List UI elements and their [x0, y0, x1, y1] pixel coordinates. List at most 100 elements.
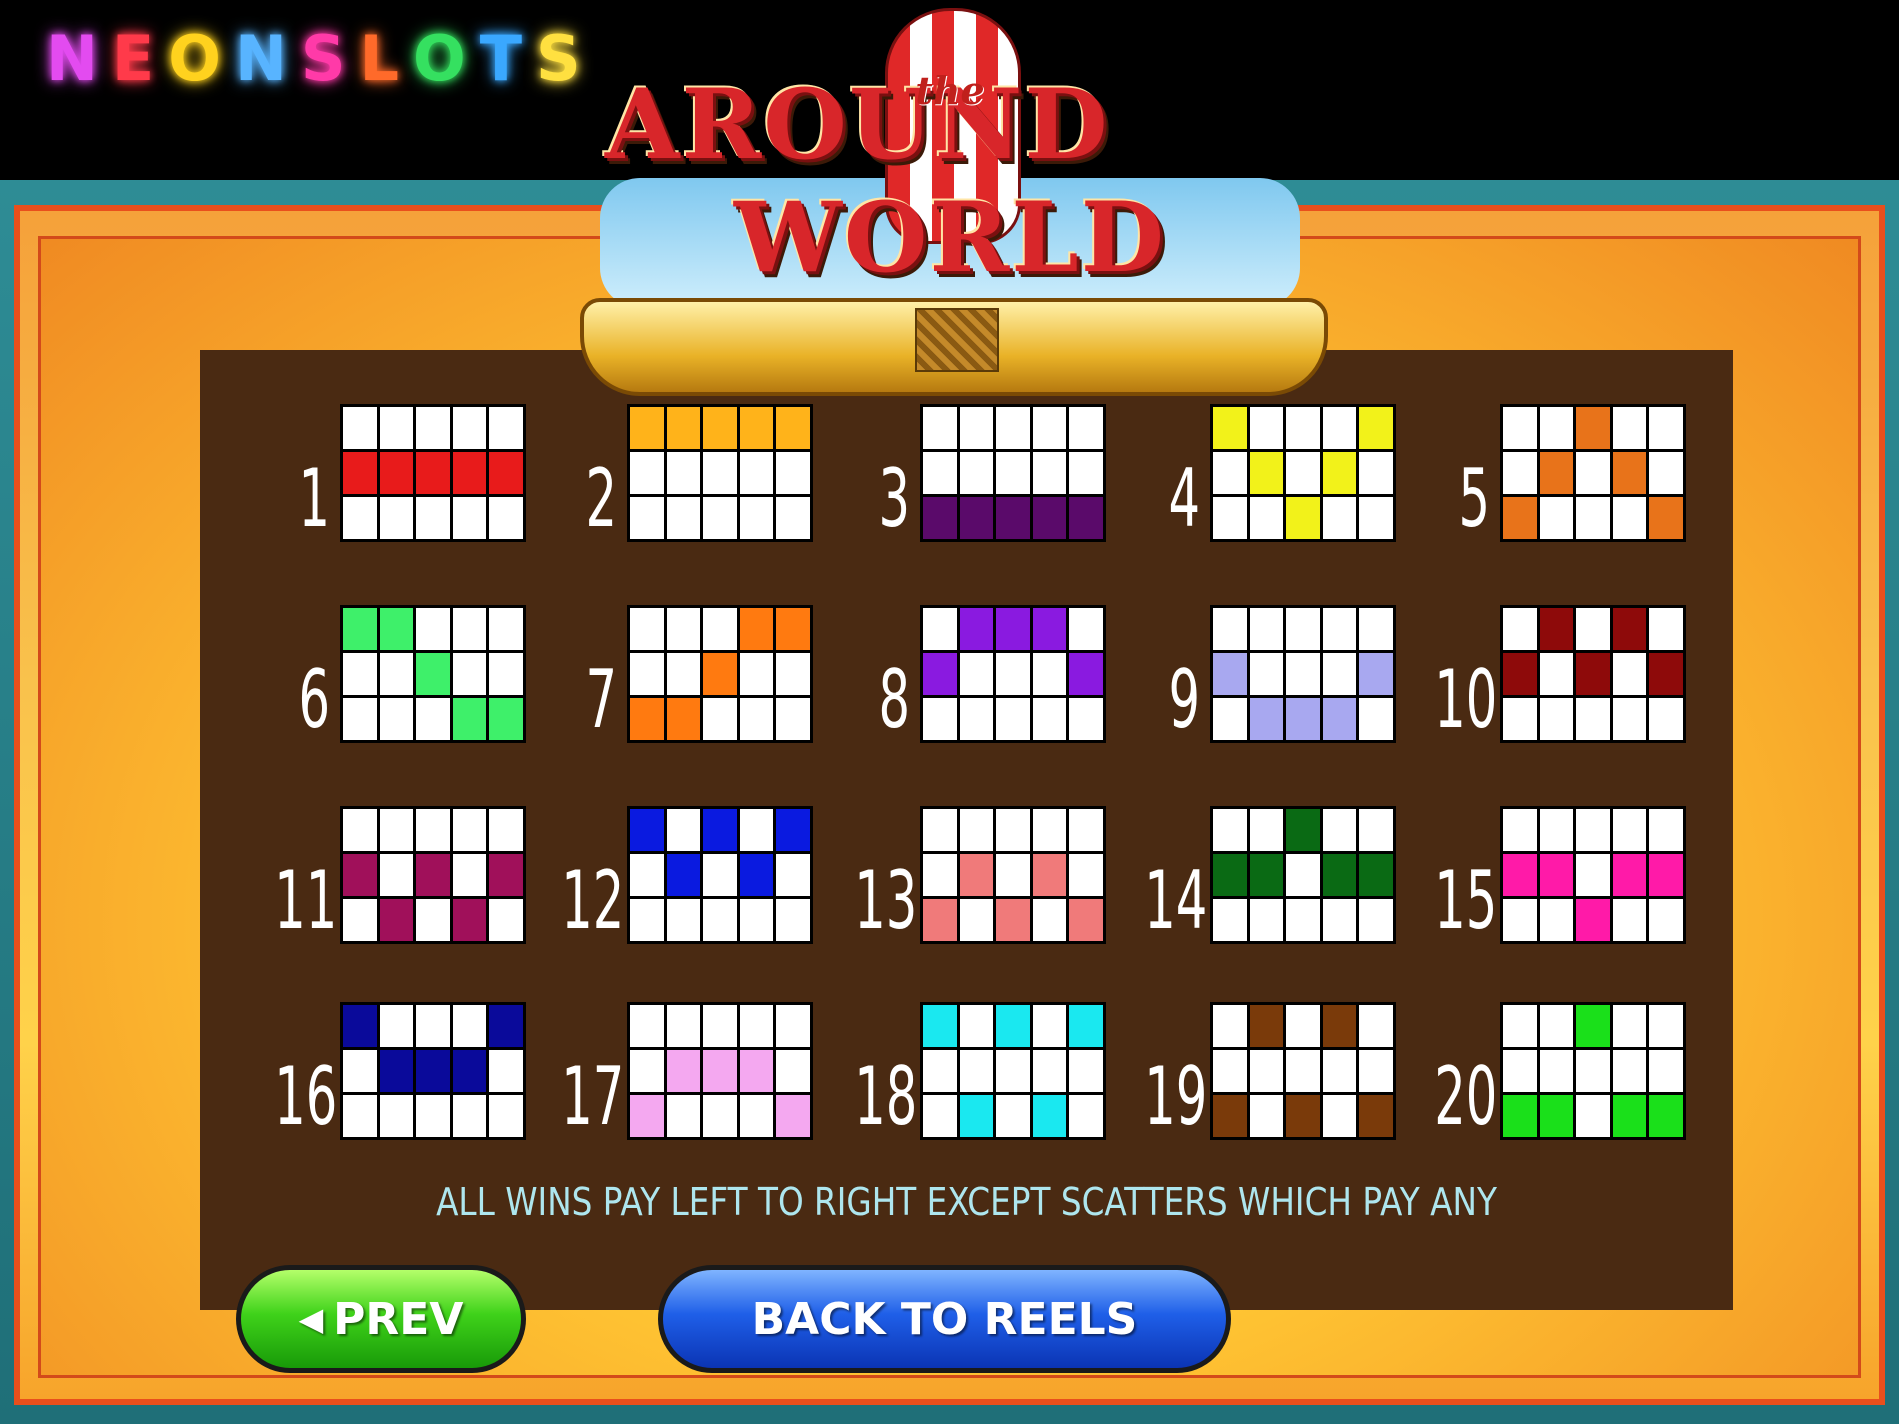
payline-cell-active: [776, 1095, 810, 1137]
payline-number: 20: [1434, 1050, 1498, 1143]
payline-cell: [1032, 698, 1067, 740]
logo-title-right: WORLD: [734, 181, 1166, 294]
payline-cell: [923, 452, 957, 494]
payline-cell: [489, 1050, 523, 1092]
payline-cell: [1503, 407, 1537, 449]
payline-cell-active: [739, 407, 774, 449]
payline-cell: [703, 854, 737, 896]
payline-cell: [1249, 497, 1284, 539]
payline-number: 19: [1144, 1050, 1208, 1143]
payline-cell-active: [1539, 854, 1574, 896]
payline-cell-active: [1649, 497, 1683, 539]
payline-grid: [1500, 605, 1686, 743]
payline-number: 12: [561, 854, 625, 947]
payline-cell: [1032, 809, 1067, 851]
payline-number: 1: [298, 452, 330, 545]
payline-number: 17: [561, 1050, 625, 1143]
payline-cell: [379, 1095, 414, 1137]
payline-cell-active: [1286, 497, 1320, 539]
payline-cell: [1286, 854, 1320, 896]
payline-cell: [630, 899, 664, 941]
payline-cell: [996, 854, 1030, 896]
payline-cell: [1576, 608, 1610, 650]
payline-cell: [1069, 1050, 1103, 1092]
payline-cell: [959, 809, 994, 851]
payline-cell: [1649, 452, 1683, 494]
payline-cell: [489, 608, 523, 650]
payline-cell: [1032, 452, 1067, 494]
payline-cell: [1539, 1005, 1574, 1047]
payline-cell-active: [630, 1095, 664, 1137]
payline-cell-active: [923, 899, 957, 941]
payline-cell-active: [1286, 809, 1320, 851]
payline-cell: [703, 452, 737, 494]
payline-cell: [1576, 497, 1610, 539]
payline-cell: [703, 497, 737, 539]
payline-cell: [996, 653, 1030, 695]
payline-cell: [1213, 497, 1247, 539]
payline-cell-active: [1576, 653, 1610, 695]
payline-cell: [1503, 899, 1537, 941]
payline-cell: [416, 698, 450, 740]
payline-cell-active: [703, 653, 737, 695]
payline-number: 10: [1434, 653, 1498, 746]
payline-cell: [776, 854, 810, 896]
payline-cell: [1503, 608, 1537, 650]
payline-cell-active: [1576, 407, 1610, 449]
payline-cell: [1322, 653, 1357, 695]
payline-cell-active: [996, 497, 1030, 539]
payline-cell: [776, 497, 810, 539]
payline-cell: [1032, 653, 1067, 695]
payline-cell-active: [489, 854, 523, 896]
payline-cell-active: [1032, 854, 1067, 896]
payline-cell-active: [1213, 653, 1247, 695]
payline-cell-active: [343, 452, 377, 494]
payline-cell: [452, 1005, 487, 1047]
payline-cell: [703, 608, 737, 650]
payline-cell: [1286, 899, 1320, 941]
payline-cell: [452, 1095, 487, 1137]
payline-grid: [340, 605, 526, 743]
payline-cell: [343, 698, 377, 740]
payline-cell: [1069, 407, 1103, 449]
payline-cell-active: [1213, 854, 1247, 896]
payline-cell: [776, 899, 810, 941]
payline-cell: [1612, 407, 1647, 449]
payline-cell: [996, 809, 1030, 851]
payline-cell: [959, 1005, 994, 1047]
payline-cell: [379, 1005, 414, 1047]
payline-grid: [920, 1002, 1106, 1140]
payline-cell-active: [1249, 1005, 1284, 1047]
payline-grid: [1500, 806, 1686, 944]
payline-cell: [1576, 854, 1610, 896]
payline-cell-active: [1612, 452, 1647, 494]
payline-cell: [923, 698, 957, 740]
payline-cell: [1503, 809, 1537, 851]
payline-grid: [627, 806, 813, 944]
payline-cell-active: [959, 608, 994, 650]
payline-cell: [1286, 407, 1320, 449]
payline-cell: [1539, 407, 1574, 449]
payline-cell: [1286, 1005, 1320, 1047]
payline-cell: [959, 899, 994, 941]
prev-button[interactable]: ◀ PREV: [236, 1265, 526, 1373]
payline-cell: [1213, 1005, 1247, 1047]
payline-cell: [1069, 809, 1103, 851]
payline-cell: [1359, 899, 1393, 941]
payline-cell-active: [416, 452, 450, 494]
payline-cell-active: [1069, 899, 1103, 941]
payline-cell: [739, 653, 774, 695]
payline-cell: [630, 608, 664, 650]
payline-cell: [1213, 809, 1247, 851]
payline-cell: [959, 452, 994, 494]
logo-the: the: [915, 68, 985, 113]
payline-grid: [340, 404, 526, 542]
payline-cell: [1649, 698, 1683, 740]
back-to-reels-button[interactable]: BACK TO REELS: [658, 1265, 1231, 1373]
brand-letter: O: [168, 22, 235, 95]
payline-cell-active: [666, 854, 701, 896]
payline-cell: [343, 809, 377, 851]
payline-cell: [1359, 497, 1393, 539]
payline-cell: [416, 1005, 450, 1047]
payline-grid: [920, 806, 1106, 944]
